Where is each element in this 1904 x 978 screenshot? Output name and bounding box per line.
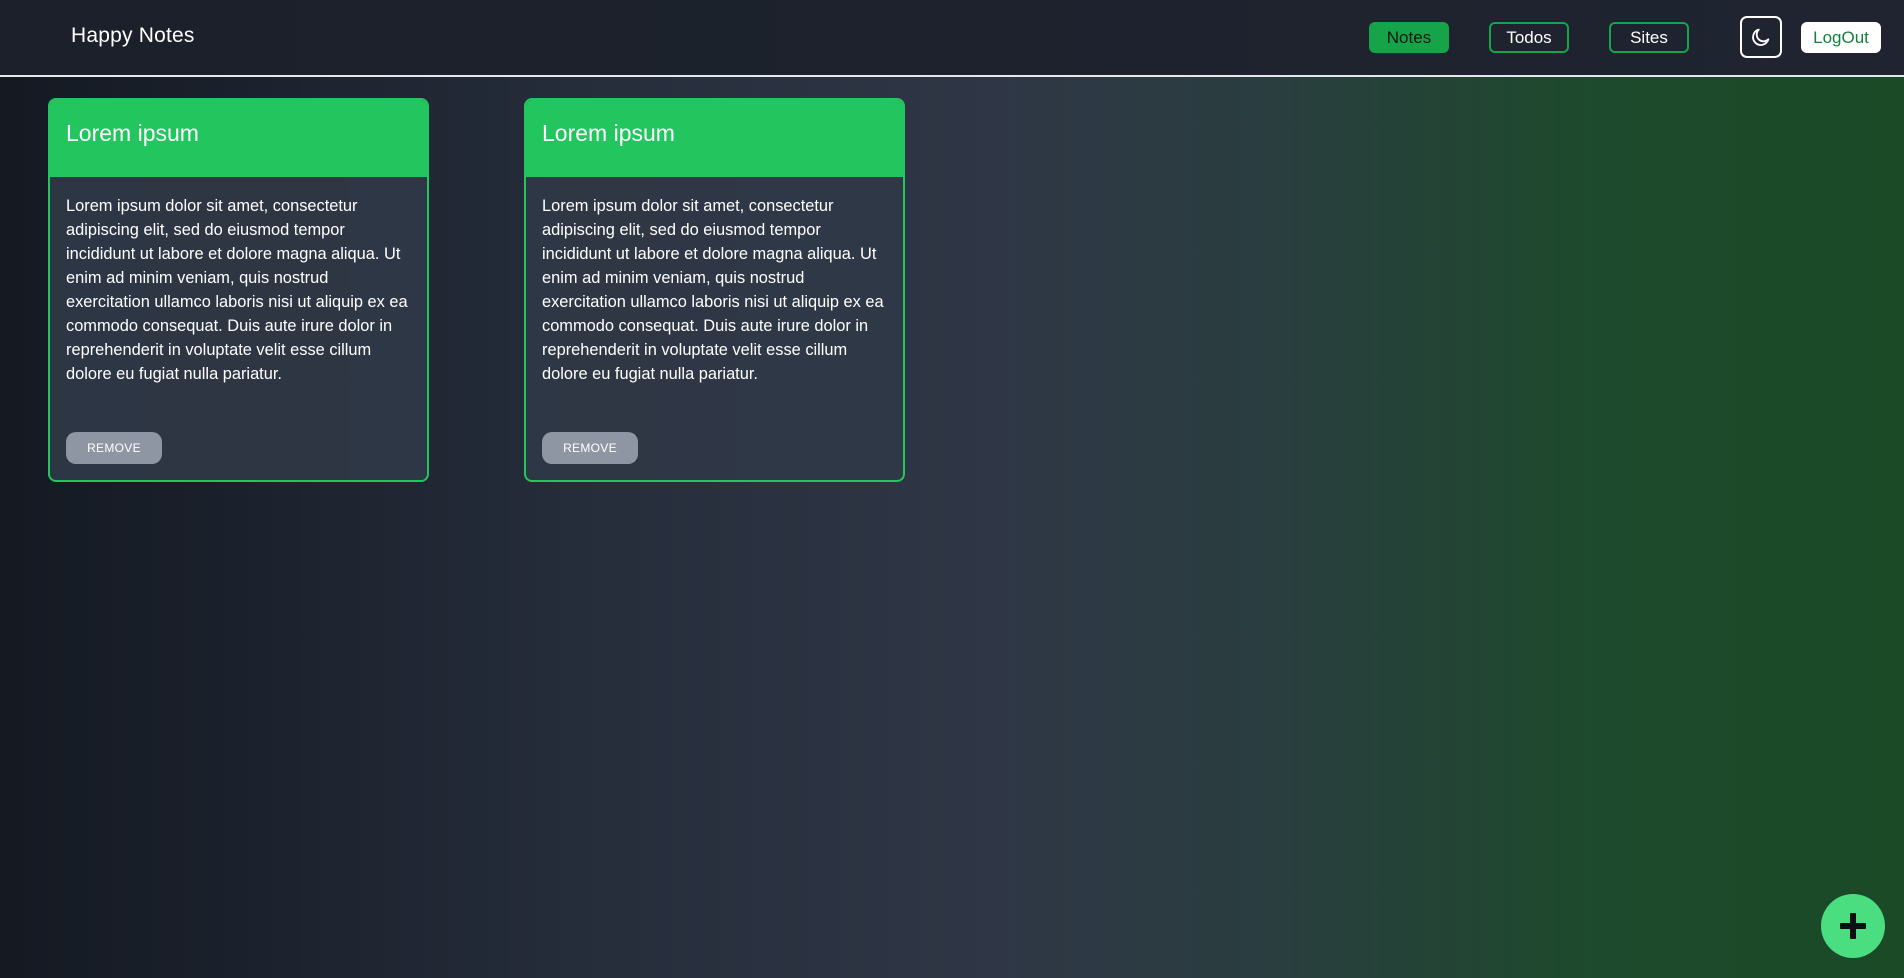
app-title: Happy Notes: [71, 24, 195, 47]
top-navbar: Happy Notes Notes Todos Sites LogOut: [0, 0, 1904, 77]
remove-note-button[interactable]: REMOVE: [66, 432, 162, 464]
logout-button[interactable]: LogOut: [1801, 22, 1881, 53]
theme-toggle-button[interactable]: [1740, 16, 1782, 58]
note-body: Lorem ipsum dolor sit amet, consectetur …: [66, 197, 408, 383]
note-title: Lorem ipsum: [50, 100, 427, 177]
nav-notes-button[interactable]: Notes: [1369, 22, 1449, 53]
note-body: Lorem ipsum dolor sit amet, consectetur …: [542, 197, 884, 383]
add-note-button[interactable]: [1821, 894, 1885, 958]
note-title: Lorem ipsum: [526, 100, 903, 177]
remove-note-button[interactable]: REMOVE: [542, 432, 638, 464]
nav-todos-button[interactable]: Todos: [1489, 22, 1569, 53]
note-card: Lorem ipsum Lorem ipsum dolor sit amet, …: [48, 98, 429, 482]
moon-icon: [1750, 26, 1772, 48]
plus-icon: [1838, 911, 1868, 941]
nav-sites-button[interactable]: Sites: [1609, 22, 1689, 53]
note-card: Lorem ipsum Lorem ipsum dolor sit amet, …: [524, 98, 905, 482]
